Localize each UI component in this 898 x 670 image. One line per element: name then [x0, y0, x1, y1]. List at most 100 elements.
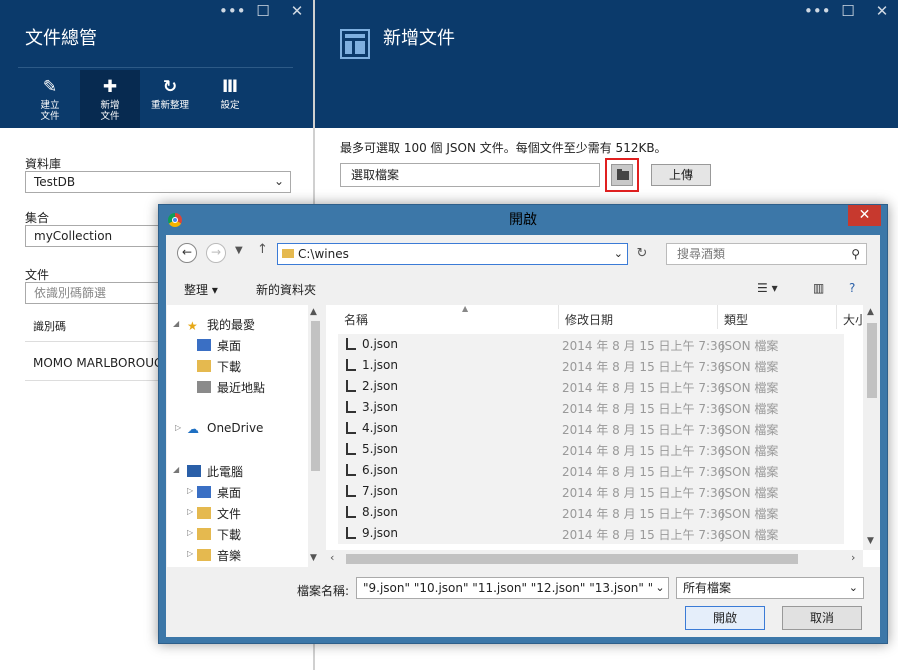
nav-label: 文件 — [217, 507, 242, 521]
refresh-icon[interactable]: ↻ — [632, 243, 652, 265]
file-date: 2014 年 8 月 15 日上午 7:36 — [562, 528, 726, 542]
expand-icon[interactable]: ▷ — [187, 528, 193, 537]
close-icon[interactable]: ✕ — [872, 2, 892, 20]
browse-button[interactable] — [605, 158, 639, 192]
nav-pc-music[interactable]: 音樂 — [197, 547, 241, 564]
settings-button[interactable]: Ⅲ 設定 — [200, 70, 260, 128]
file-icon — [346, 506, 356, 518]
database-select[interactable]: TestDB ⌄ — [25, 171, 291, 193]
file-row[interactable]: 2.json 2014 年 8 月 15 日上午 7:36 JSON 檔案 — [338, 376, 844, 397]
close-icon[interactable]: ✕ — [287, 2, 307, 20]
plus-icon: ✚ — [102, 77, 118, 97]
column-date[interactable]: 修改日期 — [565, 311, 613, 328]
forward-button[interactable]: → — [206, 243, 226, 263]
file-row[interactable]: 3.json 2014 年 8 月 15 日上午 7:36 JSON 檔案 — [338, 397, 844, 418]
nav-label: 我的最愛 — [207, 318, 256, 332]
refresh-button[interactable]: ↻ 重新整理 — [140, 70, 200, 128]
help-icon[interactable]: ? — [849, 281, 855, 295]
collapse-icon[interactable]: ◢ — [173, 465, 179, 474]
document-list-item[interactable]: MOMO MARLBOROUGH — [33, 356, 172, 370]
file-date: 2014 年 8 月 15 日上午 7:36 — [562, 486, 726, 500]
file-row[interactable]: 5.json 2014 年 8 月 15 日上午 7:36 JSON 檔案 — [338, 439, 844, 460]
file-list-horizontal-scrollbar[interactable]: ‹ › — [326, 550, 863, 567]
expand-icon[interactable]: ▷ — [187, 507, 193, 516]
back-button[interactable]: ← — [177, 243, 197, 263]
more-icon[interactable]: ••• — [804, 2, 831, 20]
add-document-button[interactable]: ✚ 新增 文件 — [80, 70, 140, 128]
file-name: 7.json — [362, 484, 398, 498]
column-separator — [717, 305, 718, 329]
settings-label: 設定 — [220, 100, 240, 111]
scroll-thumb[interactable] — [346, 554, 798, 564]
expand-icon[interactable]: ▷ — [187, 486, 193, 495]
file-row[interactable]: 1.json 2014 年 8 月 15 日上午 7:36 JSON 檔案 — [338, 355, 844, 376]
nav-downloads[interactable]: 下載 — [197, 358, 241, 375]
upload-button[interactable]: 上傳 — [651, 164, 711, 186]
chevron-down-icon[interactable]: ⌄ — [652, 578, 668, 598]
view-options-icon[interactable]: ☰ ▾ — [757, 281, 778, 295]
expand-icon[interactable]: ▷ — [175, 423, 181, 432]
more-icon[interactable]: ••• — [219, 2, 246, 20]
navigation-pane: ◢ ★ 我的最愛 桌面 下載 最近地點 ▷ ☁ OneDrive ◢ 此電腦 ▷ — [167, 305, 322, 567]
folder-icon — [617, 169, 629, 180]
downloads-icon — [197, 528, 211, 540]
info-text: 最多可選取 100 個 JSON 文件。每個文件至少需有 512KB。 — [340, 141, 667, 155]
document-icon — [340, 29, 370, 59]
nav-pc-downloads[interactable]: 下載 — [197, 526, 241, 543]
address-bar[interactable]: C:\wines ⌄ — [277, 243, 628, 265]
new-folder-button[interactable]: 新的資料夾 — [256, 281, 316, 298]
scroll-thumb[interactable] — [867, 323, 877, 398]
search-input[interactable]: 搜尋酒類 ⚲ — [666, 243, 867, 265]
file-row[interactable]: 6.json 2014 年 8 月 15 日上午 7:36 JSON 檔案 — [338, 460, 844, 481]
scroll-down-icon[interactable]: ▼ — [310, 553, 317, 563]
nav-recent[interactable]: 最近地點 — [197, 379, 265, 396]
file-type: JSON 檔案 — [721, 339, 779, 353]
filename-input[interactable]: "9.json" "10.json" "11.json" "12.json" "… — [356, 577, 669, 599]
file-row[interactable]: 0.json 2014 年 8 月 15 日上午 7:36 JSON 檔案 — [338, 334, 844, 355]
file-row[interactable]: 7.json 2014 年 8 月 15 日上午 7:36 JSON 檔案 — [338, 481, 844, 502]
scroll-up-icon[interactable]: ▲ — [310, 307, 317, 317]
nav-onedrive[interactable]: ☁ OneDrive — [187, 421, 263, 436]
organize-menu[interactable]: 整理 ▾ — [184, 281, 218, 298]
file-type: JSON 檔案 — [721, 423, 779, 437]
chevron-down-icon[interactable]: ⌄ — [614, 244, 623, 264]
column-type[interactable]: 類型 — [724, 311, 748, 328]
history-chevron-icon[interactable]: ▼ — [235, 245, 243, 256]
maximize-icon[interactable]: ☐ — [253, 2, 273, 20]
file-select-field[interactable]: 選取檔案 — [340, 163, 600, 187]
nav-desktop[interactable]: 桌面 — [197, 337, 241, 354]
expand-icon[interactable]: ▷ — [187, 549, 193, 558]
nav-pc-documents[interactable]: 文件 — [197, 505, 241, 522]
filetype-select[interactable]: 所有檔案 ⌄ — [676, 577, 864, 599]
database-label: 資料庫 — [25, 157, 62, 171]
dialog-close-button[interactable]: ✕ — [848, 205, 881, 226]
scroll-right-icon[interactable]: › — [851, 551, 855, 564]
file-row[interactable]: 4.json 2014 年 8 月 15 日上午 7:36 JSON 檔案 — [338, 418, 844, 439]
file-row[interactable]: 9.json 2014 年 8 月 15 日上午 7:36 JSON 檔案 — [338, 523, 844, 544]
create-document-button[interactable]: ✎ 建立 文件 — [20, 70, 80, 128]
nav-this-pc[interactable]: 此電腦 — [187, 463, 243, 480]
open-button[interactable]: 開啟 — [685, 606, 765, 630]
nav-label: 下載 — [217, 528, 242, 542]
header-divider — [18, 67, 293, 68]
file-icon — [346, 485, 356, 497]
maximize-icon[interactable]: ☐ — [838, 2, 858, 20]
chevron-down-icon: ⌄ — [848, 581, 858, 594]
preview-pane-icon[interactable]: ▥ — [813, 281, 824, 295]
collapse-icon[interactable]: ◢ — [173, 319, 179, 328]
column-name[interactable]: 名稱 — [344, 311, 368, 328]
file-name: 4.json — [362, 421, 398, 435]
nav-scrollbar[interactable]: ▲ ▼ — [308, 305, 322, 567]
filename-value: "9.json" "10.json" "11.json" "12.json" "… — [363, 581, 669, 595]
scroll-down-icon[interactable]: ▼ — [867, 536, 874, 546]
cancel-button[interactable]: 取消 — [782, 606, 862, 630]
file-row[interactable]: 8.json 2014 年 8 月 15 日上午 7:36 JSON 檔案 — [338, 502, 844, 523]
nav-favorites[interactable]: ★ 我的最愛 — [187, 316, 255, 333]
scroll-left-icon[interactable]: ‹ — [330, 551, 334, 564]
scroll-up-icon[interactable]: ▲ — [867, 307, 874, 317]
up-arrow-icon[interactable]: ↑ — [257, 242, 268, 257]
nav-pc-desktop[interactable]: 桌面 — [197, 484, 241, 501]
scroll-thumb[interactable] — [311, 321, 320, 471]
open-file-dialog: 開啟 ✕ ← → ▼ ↑ C:\wines ⌄ ↻ 搜尋酒類 ⚲ 整理 ▾ 新的… — [158, 204, 888, 644]
file-list-vertical-scrollbar[interactable]: ▲ ▼ — [863, 305, 880, 550]
